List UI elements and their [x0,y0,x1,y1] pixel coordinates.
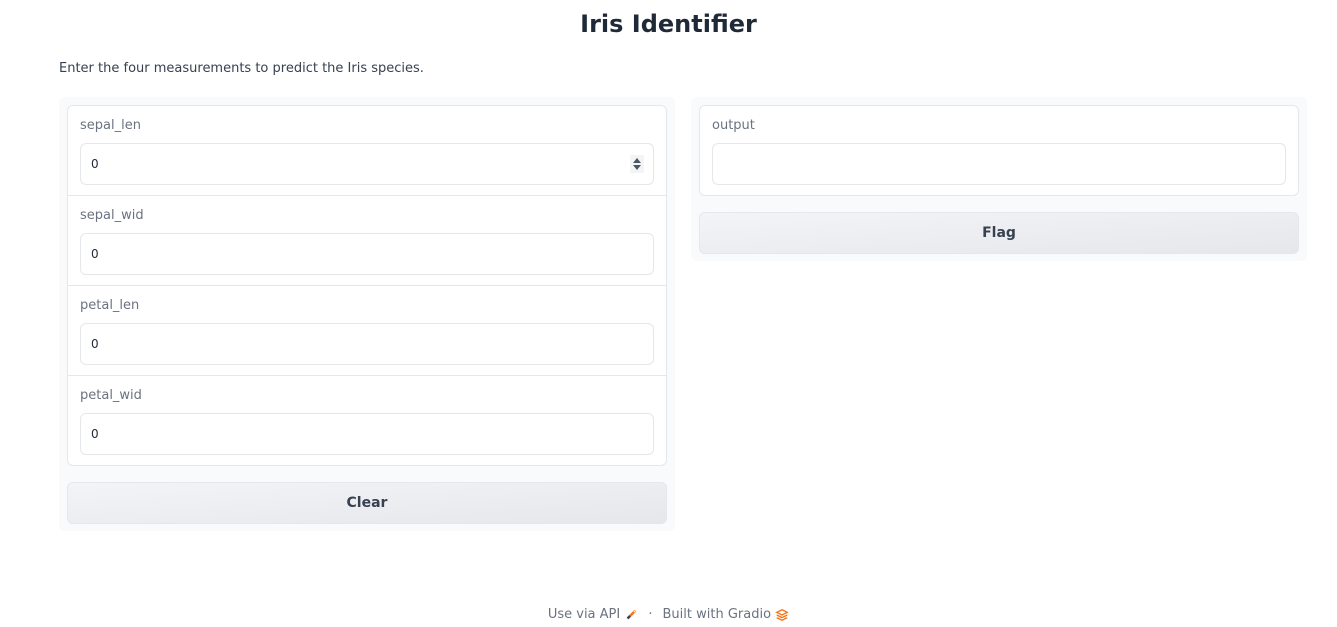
field-sepal-len: sepal_len [68,106,666,196]
page-title: Iris Identifier [580,10,757,38]
built-with-label: Built with Gradio [662,607,772,622]
field-output: output [700,106,1298,195]
page-description: Enter the four measurements to predict t… [59,61,424,76]
footer: Use via API · Built with Gradio [0,607,1337,622]
footer-separator: · [648,607,653,622]
petal-len-input[interactable] [80,323,654,365]
field-petal-wid: petal_wid [68,376,666,465]
field-label: petal_len [80,298,140,313]
output-panel: output Flag [691,97,1307,261]
input-form: sepal_len sepal_wid petal_len petal_wid [67,105,667,466]
built-with-gradio-link[interactable]: Built with Gradio [663,607,790,622]
stepper-up-icon[interactable] [633,158,641,163]
field-label: sepal_len [80,118,141,133]
input-panel: sepal_len sepal_wid petal_len petal_wid … [59,97,675,531]
rocket-icon [626,609,637,619]
clear-button[interactable]: Clear [67,482,667,524]
petal-wid-input[interactable] [80,413,654,455]
sepal-wid-input[interactable] [80,233,654,275]
field-label: output [712,118,755,133]
field-petal-len: petal_len [68,286,666,376]
sepal-len-input[interactable] [80,143,654,185]
field-label: sepal_wid [80,208,144,223]
output-form: output [699,105,1299,196]
use-via-api-link[interactable]: Use via API [548,607,639,622]
flag-button[interactable]: Flag [699,212,1299,254]
api-link-label: Use via API [547,607,621,622]
field-sepal-wid: sepal_wid [68,196,666,286]
field-label: petal_wid [80,388,142,403]
gradio-logo-icon [775,608,789,621]
stepper-down-icon[interactable] [633,165,641,170]
output-textbox[interactable] [712,143,1286,185]
number-stepper[interactable] [630,155,644,173]
